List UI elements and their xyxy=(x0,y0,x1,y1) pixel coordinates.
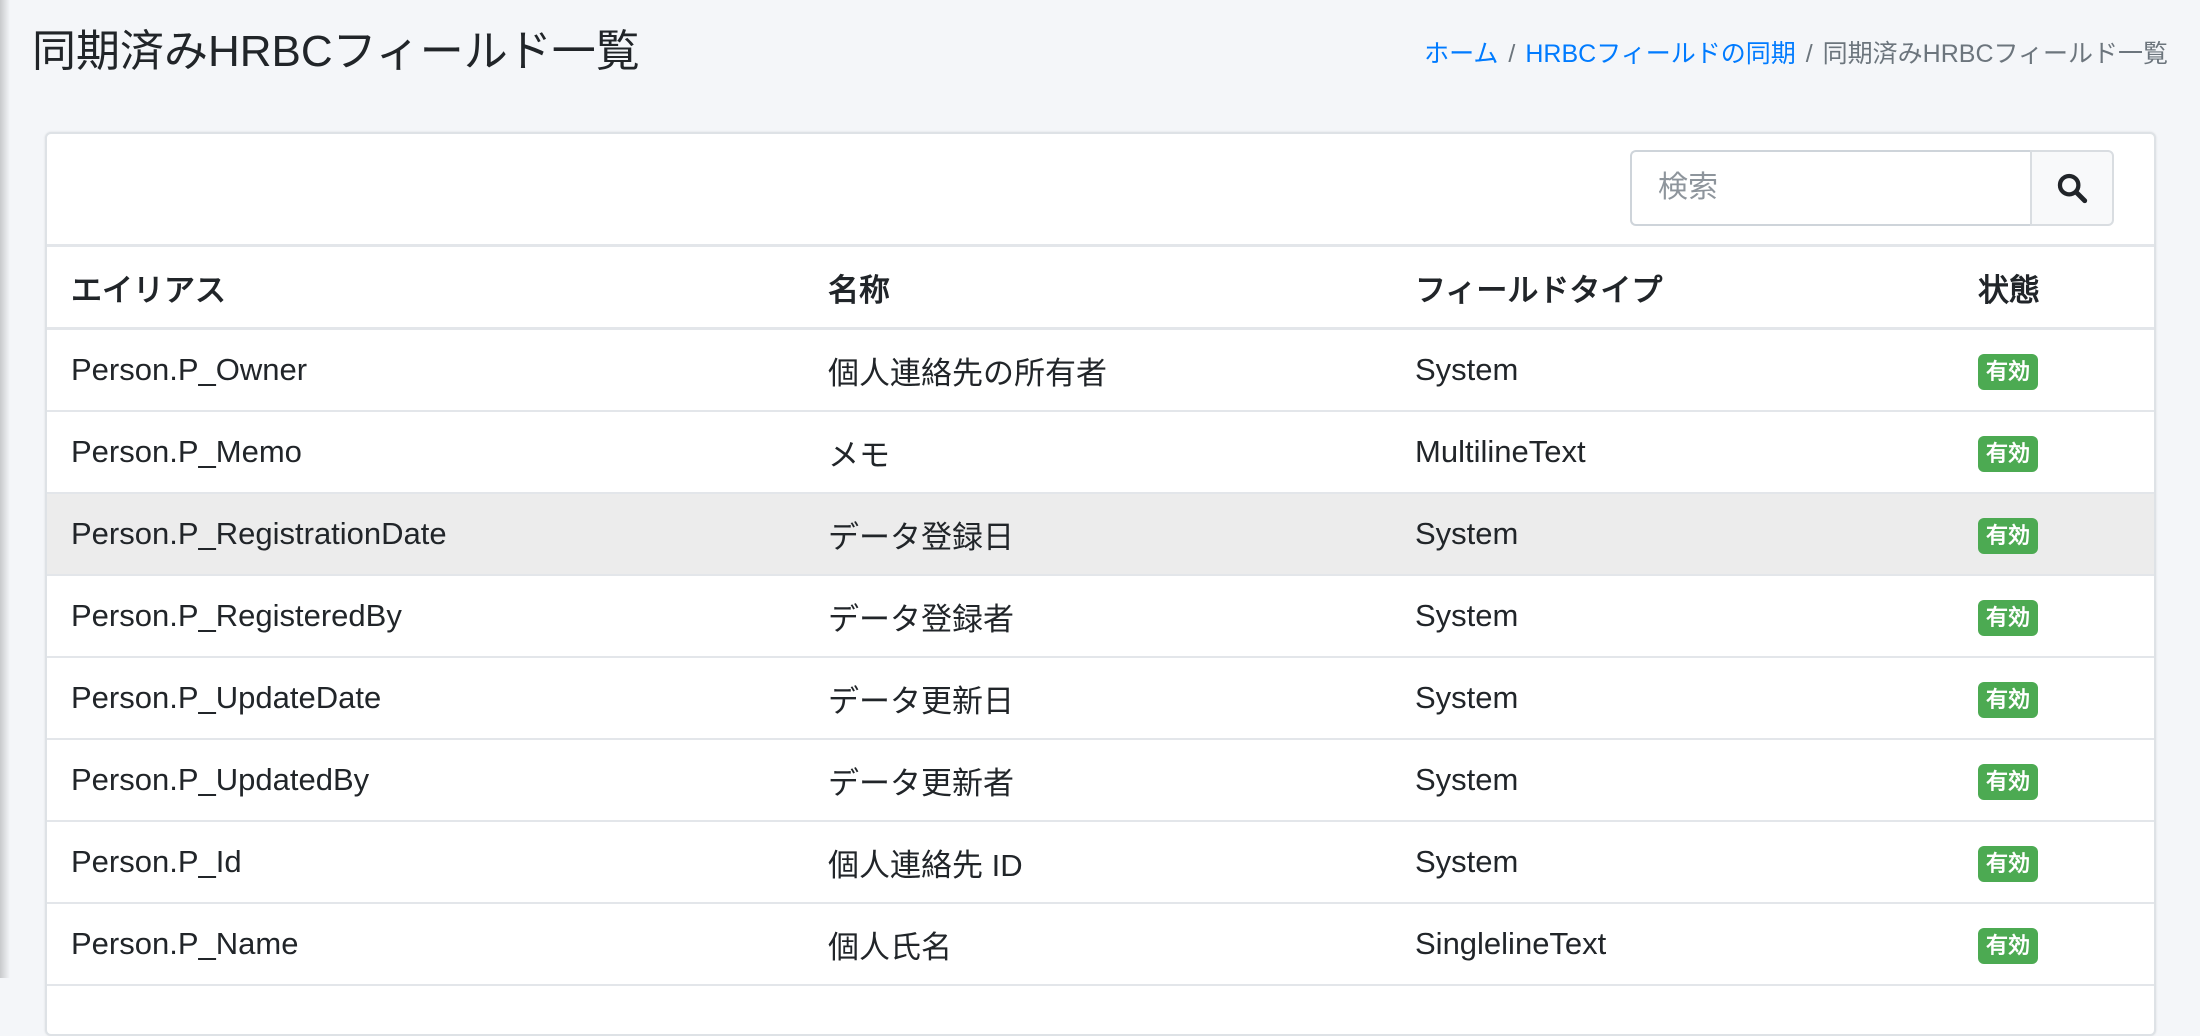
breadcrumb: ホーム / HRBCフィールドの同期 / 同期済みHRBCフィールド一覧 xyxy=(1424,36,2168,72)
search-button[interactable] xyxy=(2030,150,2114,226)
alias-cell: Person.P_UpdatedBy xyxy=(47,739,804,822)
sidebar-shadow xyxy=(0,0,10,978)
status-cell: 有効 xyxy=(1954,739,2154,822)
table-row[interactable]: Person.P_RegistrationDate データ登録日 System 有効 xyxy=(47,493,2154,576)
field-type-cell: System xyxy=(1391,739,1954,822)
breadcrumb-separator: / xyxy=(1805,40,1813,68)
content-header: 同期済みHRBCフィールド一覧 ホーム / HRBCフィールドの同期 / 同期済… xyxy=(0,0,2200,110)
status-cell: 有効 xyxy=(1954,903,2154,986)
status-badge: 有効 xyxy=(1978,353,2039,390)
name-cell: データ更新日 xyxy=(804,657,1391,740)
table-row[interactable]: Person.P_Name 個人氏名 SinglelineText 有効 xyxy=(47,903,2154,986)
breadcrumb-sync-link[interactable]: HRBCフィールドの同期 xyxy=(1525,36,1795,72)
alias-cell: Person.P_RegistrationDate xyxy=(47,493,804,576)
alias-cell: Person.P_UpdateDate xyxy=(47,657,804,740)
field-type-cell: System xyxy=(1391,493,1954,576)
status-cell: 有効 xyxy=(1954,411,2154,494)
search-group xyxy=(1630,150,2114,226)
alias-cell: Person.P_Name xyxy=(47,903,804,986)
alias-cell: Person.P_Id xyxy=(47,821,804,904)
field-type-cell: System xyxy=(1391,821,1954,904)
breadcrumb-home-link[interactable]: ホーム xyxy=(1424,36,1498,72)
column-header-status[interactable]: 状態 xyxy=(1954,247,2154,330)
status-badge: 有効 xyxy=(1978,763,2039,800)
table-header: エイリアス 名称 フィールドタイプ 状態 xyxy=(47,247,2154,330)
status-badge: 有効 xyxy=(1978,435,2039,472)
name-cell: データ登録日 xyxy=(804,493,1391,576)
status-badge: 有効 xyxy=(1978,599,2039,636)
table-row[interactable]: Person.P_Owner 個人連絡先の所有者 System 有効 xyxy=(47,328,2154,412)
status-cell: 有効 xyxy=(1954,821,2154,904)
field-type-cell: MultilineText xyxy=(1391,411,1954,494)
table-row[interactable]: Person.P_UpdateDate データ更新日 System 有効 xyxy=(47,657,2154,740)
table-row[interactable]: Person.P_Memo メモ MultilineText 有効 xyxy=(47,411,2154,494)
status-badge: 有効 xyxy=(1978,845,2039,882)
status-cell: 有効 xyxy=(1954,493,2154,576)
table-row[interactable]: Person.P_UpdatedBy データ更新者 System 有効 xyxy=(47,739,2154,822)
breadcrumb-separator: / xyxy=(1508,40,1516,68)
card-header xyxy=(47,134,2154,247)
name-cell: 個人連絡先の所有者 xyxy=(804,328,1391,412)
alias-cell: Person.P_RegisteredBy xyxy=(47,575,804,658)
status-badge: 有効 xyxy=(1978,517,2039,554)
page-title: 同期済みHRBCフィールド一覧 xyxy=(32,27,640,76)
name-cell: データ登録者 xyxy=(804,575,1391,658)
status-cell: 有効 xyxy=(1954,575,2154,658)
fields-card: エイリアス 名称 フィールドタイプ 状態 Person.P_Owner個人連絡先… xyxy=(45,132,2156,1036)
table-row[interactable]: Person.P_RegisteredBy データ登録者 System 有効 xyxy=(47,575,2154,658)
status-badge: 有効 xyxy=(1978,927,2039,964)
table-body: Person.P_Owner 個人連絡先の所有者 System 有効 Person.P_… xyxy=(47,328,2154,986)
field-type-cell: System xyxy=(1391,657,1954,740)
fields-table: エイリアス 名称 フィールドタイプ 状態 Person.P_Owner 個人連絡先… xyxy=(47,247,2154,986)
name-cell: 個人氏名 xyxy=(804,903,1391,986)
name-cell: 個人連絡先 ID xyxy=(804,821,1391,904)
name-cell: メモ xyxy=(804,411,1391,494)
alias-cell: Person.P_Memo xyxy=(47,411,804,494)
status-cell: 有効 xyxy=(1954,657,2154,740)
field-type-cell: SinglelineText xyxy=(1391,903,1954,986)
table-row[interactable]: Person.P_Id 個人連絡先 ID System 有効 xyxy=(47,821,2154,904)
status-cell: 有効 xyxy=(1954,328,2154,412)
field-type-cell: System xyxy=(1391,575,1954,658)
name-cell: データ更新者 xyxy=(804,739,1391,822)
search-icon xyxy=(2057,173,2088,204)
field-type-cell: System xyxy=(1391,328,1954,412)
column-header-name[interactable]: 名称 xyxy=(804,247,1391,330)
column-header-alias[interactable]: エイリアス xyxy=(47,247,804,330)
column-header-field-type[interactable]: フィールドタイプ xyxy=(1391,247,1954,330)
breadcrumb-current: 同期済みHRBCフィールド一覧 xyxy=(1822,40,2168,68)
alias-cell: Person.P_Owner xyxy=(47,328,804,412)
status-badge: 有効 xyxy=(1978,681,2039,718)
search-input[interactable] xyxy=(1630,150,2030,226)
